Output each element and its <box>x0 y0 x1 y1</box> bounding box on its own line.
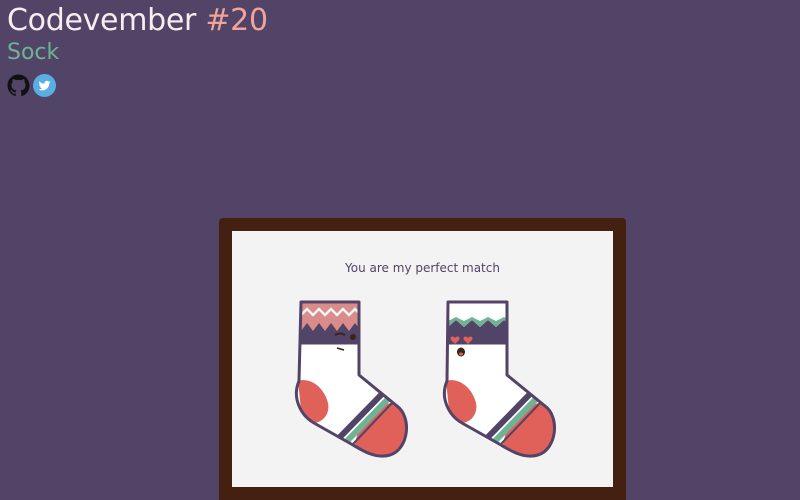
twitter-icon <box>33 74 56 97</box>
title-number: #20 <box>205 3 268 38</box>
card-canvas: You are my perfect match <box>232 231 613 487</box>
left-sock <box>294 300 409 458</box>
social-links <box>7 74 268 97</box>
picture-frame: You are my perfect match <box>219 218 626 500</box>
twitter-link[interactable] <box>33 74 56 97</box>
title-text: Codevember <box>7 3 197 38</box>
header: Codevember #20 Sock <box>7 2 268 97</box>
socks-illustration <box>294 300 557 458</box>
page-title: Codevember #20 <box>7 2 268 40</box>
github-icon <box>7 74 30 97</box>
github-link[interactable] <box>7 74 30 97</box>
right-sock <box>442 300 557 458</box>
page-subtitle: Sock <box>7 40 60 65</box>
page: Codevember #20 Sock You are my perfect m… <box>0 0 800 500</box>
